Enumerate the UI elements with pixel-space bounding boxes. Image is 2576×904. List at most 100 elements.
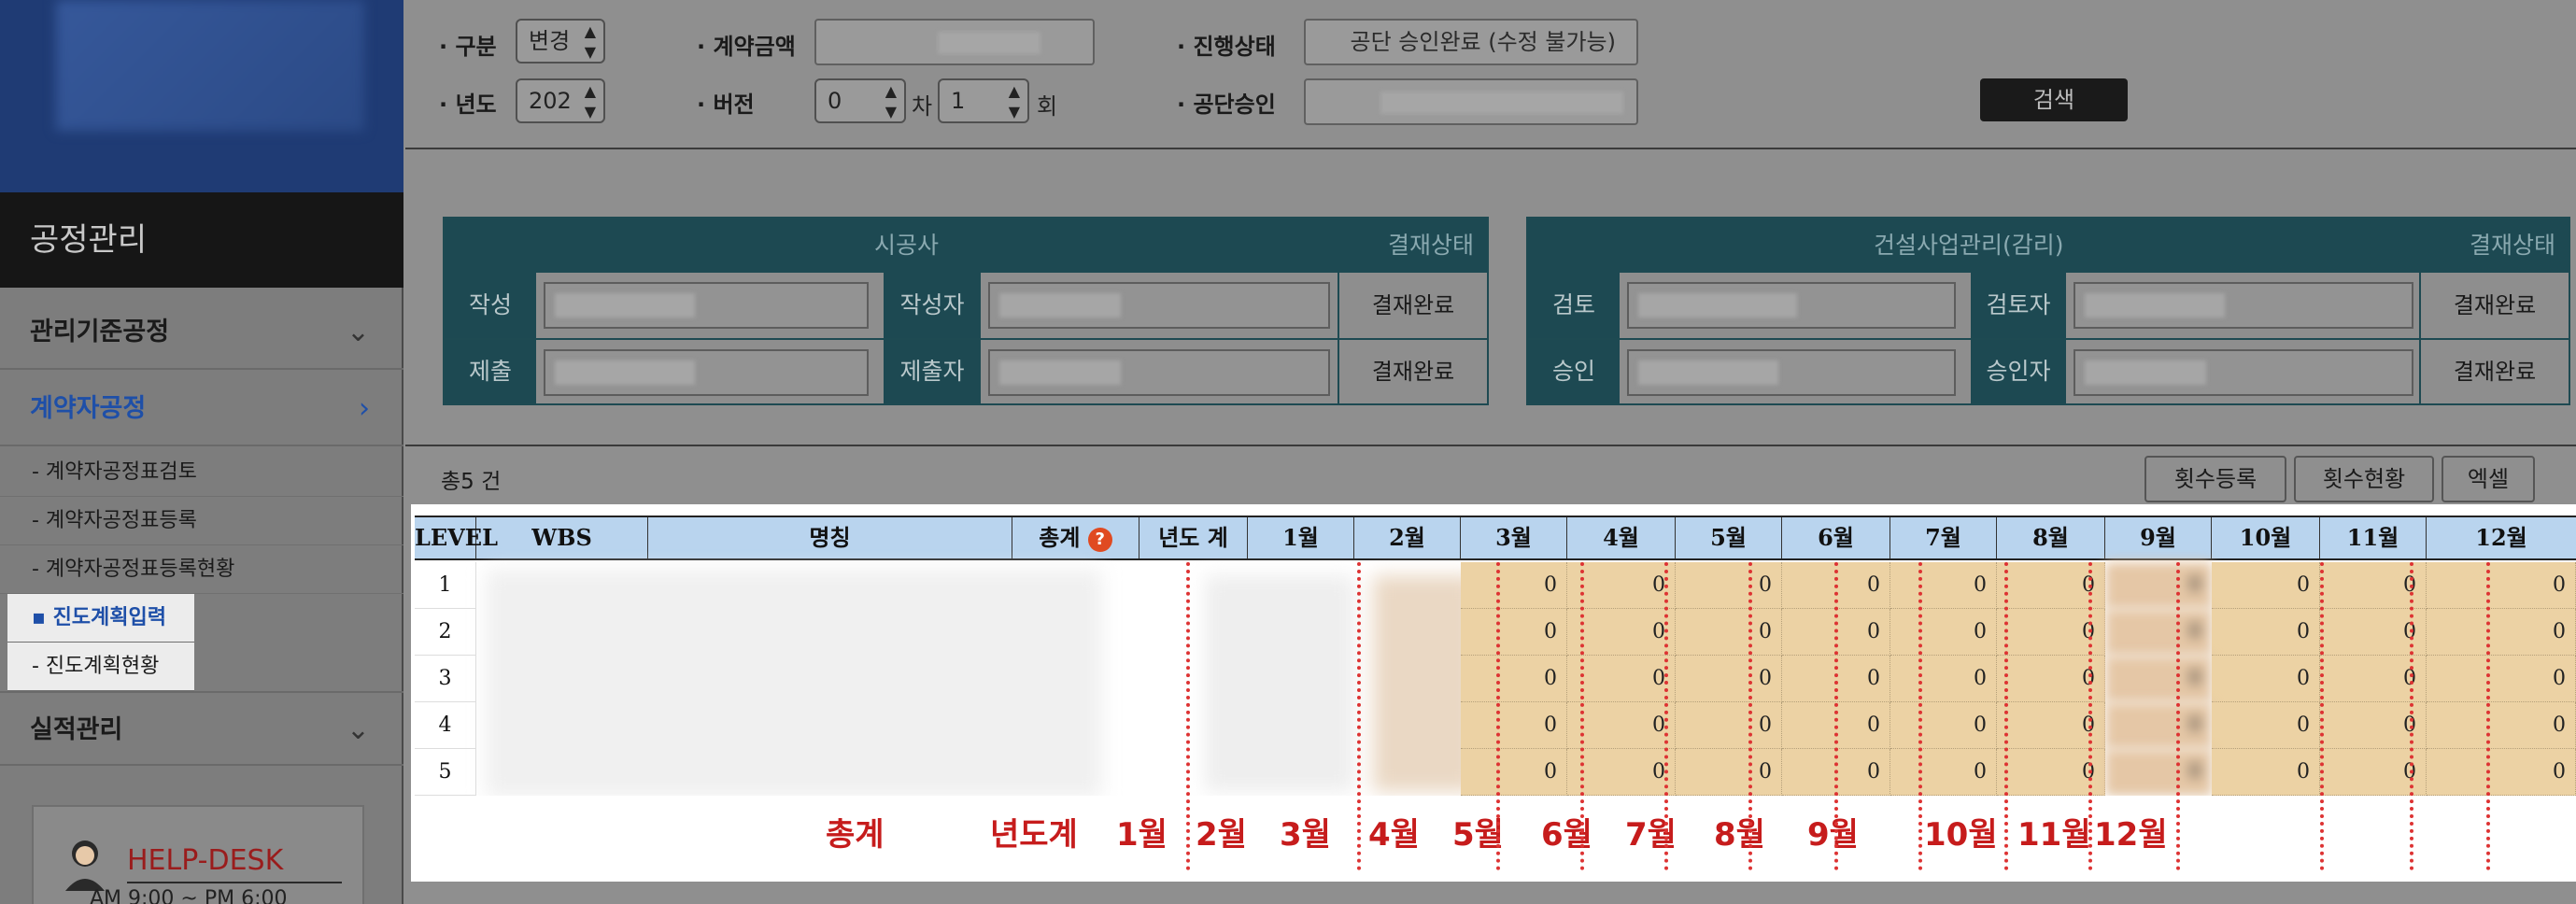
level-cell: 5 [415,749,476,796]
version-hoe-select[interactable]: 1 ▲ ▼ [938,78,1029,123]
annotation-divider [2410,562,2413,870]
progress-status-label: · 진행상태 [1177,34,1276,60]
month-value-cell[interactable]: 0 [2105,702,2212,749]
divider [127,882,342,883]
month-value-cell[interactable]: 0 [1461,702,1567,749]
submenu-item-schedule-register-status[interactable]: - 계약자공정표등록현황 [0,545,403,594]
month-value-cell[interactable]: 0 [1890,749,1997,796]
annotation-divider [2088,562,2092,870]
annotation-divider [1748,562,1752,870]
month-value-cell[interactable]: 0 [2105,749,2212,796]
month-value-cell[interactable]: 0 [2427,656,2576,702]
month-value-cell[interactable]: 0 [2427,609,2576,656]
header-total-label: 총계 [1039,524,1081,551]
table-row[interactable]: 40000000000 [415,702,2576,749]
table-row[interactable]: 10000000000 [415,562,2576,609]
sidebar-item-management-baseline[interactable]: 관리기준공정 ⌄ [0,295,403,370]
submenu-item-schedule-review[interactable]: - 계약자공정표검토 [0,448,403,497]
month-value-cell[interactable]: 0 [1461,562,1567,609]
header-month-6: 6월 [1782,517,1890,558]
month-value-cell[interactable]: 0 [1890,562,1997,609]
stepper-arrows-icon: ▲ ▼ [584,22,596,61]
month-value-cell[interactable]: 0 [2105,609,2212,656]
header-month-12: 12월 [2475,524,2527,551]
level-cell: 4 [415,702,476,749]
sidebar-item-contractor-schedule[interactable]: 계약자공정 › [0,372,403,446]
annotation-label: 9월 [1807,816,1859,854]
supervisor-status: 결재완료 [2453,359,2537,385]
table-row[interactable]: 50000000000 [415,749,2576,796]
month-value-cell[interactable]: 0 [1890,702,1997,749]
month-value-cell[interactable]: 0 [1676,656,1782,702]
chevron-down-icon: ⌄ [346,713,370,746]
sidebar-item-performance[interactable]: 실적관리 ⌄ [0,691,403,766]
progress-plan-grid: LEVEL WBS 명칭 총계 ? 년도 계 1월 2월 3월 4월 5월 6월… [411,504,2576,882]
month-value-cell[interactable]: 0 [2212,609,2320,656]
excel-button[interactable]: 엑셀 [2442,456,2535,502]
contractor-status: 결재완료 [1371,292,1455,318]
supervisor-row-label: 승인 [1528,340,1620,403]
count-register-button[interactable]: 횟수등록 [2144,456,2286,502]
search-button[interactable]: 검색 [1980,78,2128,121]
month-value-cell[interactable]: 0 [2212,749,2320,796]
year-select-value: 202 [529,88,572,114]
contract-amount-field[interactable] [814,19,1095,65]
annotation-label: 총계 [826,816,885,854]
level-cell: 2 [415,609,476,656]
writer-org-field [544,282,869,329]
stepper-arrows-icon: ▲ ▼ [885,82,897,120]
month-value-cell[interactable]: 0 [1890,656,1997,702]
gubun-select[interactable]: 변경 ▲ ▼ [516,19,605,64]
help-icon[interactable]: ? [1087,527,1112,552]
submenu-item-progress-plan-status[interactable]: - 진도계획현황 [7,643,194,691]
submitter-org-field [544,349,869,396]
logo-area [0,0,403,192]
table-row[interactable]: 30000000000 [415,656,2576,702]
header-month-5: 5월 [1676,517,1782,558]
month-value-cell[interactable]: 0 [1676,749,1782,796]
month-value-cell[interactable]: 0 [2212,562,2320,609]
helpdesk-banner[interactable]: HELP-DESK AM 9:00 ~ PM 6:00 [32,805,364,904]
supervisor-person-label: 검토자 [1971,273,2066,338]
month-value-cell[interactable]: 0 [2427,702,2576,749]
month-value-cell[interactable]: 0 [2212,702,2320,749]
annotation-label: 년도계 [990,816,1078,854]
month-value-cell[interactable]: 0 [1461,656,1567,702]
supervisor-header: 건설사업관리(감리) 결재상태 [1528,219,2569,273]
month-value-cell[interactable]: 0 [2212,656,2320,702]
page-bottom [405,882,2576,904]
header-month-10: 10월 [2212,517,2320,558]
table-row[interactable]: 20000000000 [415,609,2576,656]
header-month-7: 7월 [1890,517,1997,558]
gubun-select-value: 변경 [529,28,571,54]
month-value-cell[interactable]: 0 [1890,609,1997,656]
submenu-item-progress-plan-input[interactable]: ▪ 진도계획입력 [7,594,194,643]
approver-org-field [1627,349,1956,396]
month-value-cell[interactable]: 0 [1461,749,1567,796]
version-cha-value: 0 [828,88,842,114]
submenu-item-schedule-register[interactable]: - 계약자공정표등록 [0,497,403,545]
month-value-cell[interactable]: 0 [2105,656,2212,702]
month-value-cell[interactable]: 0 [1676,609,1782,656]
total-count: 총5 건 [441,470,502,494]
month-value-cell[interactable]: 0 [2427,562,2576,609]
month-value-cell[interactable]: 0 [1676,562,1782,609]
contractor-row-label: 제출 [445,340,536,403]
annotation-divider [1186,562,1190,870]
month-value-cell[interactable]: 0 [2105,562,2212,609]
count-status-button[interactable]: 횟수현황 [2294,456,2434,502]
header-year-total: 년도 계 [1139,517,1248,558]
month-value-cell[interactable]: 0 [1676,702,1782,749]
agency-approval-label: · 공단승인 [1177,92,1276,118]
version-cha-select[interactable]: 0 ▲ ▼ [814,78,906,123]
contractor-approval-table: 시공사 결재상태 작성 작성자 결재완료 제출 제출자 결재완료 [443,217,1489,405]
month-value-cell[interactable]: 0 [2427,749,2576,796]
year-select[interactable]: 202 ▲ ▼ [516,78,605,123]
sidebar-item-label: 실적관리 [30,715,123,744]
annotation-divider [1580,562,1584,870]
sidebar-title: 공정관리 [0,192,403,288]
month-value-cell[interactable]: 0 [1461,609,1567,656]
version-hoe-value: 1 [951,88,966,114]
header-month-11: 11월 [2320,517,2427,558]
contractor-person-label: 작성자 [884,273,981,338]
